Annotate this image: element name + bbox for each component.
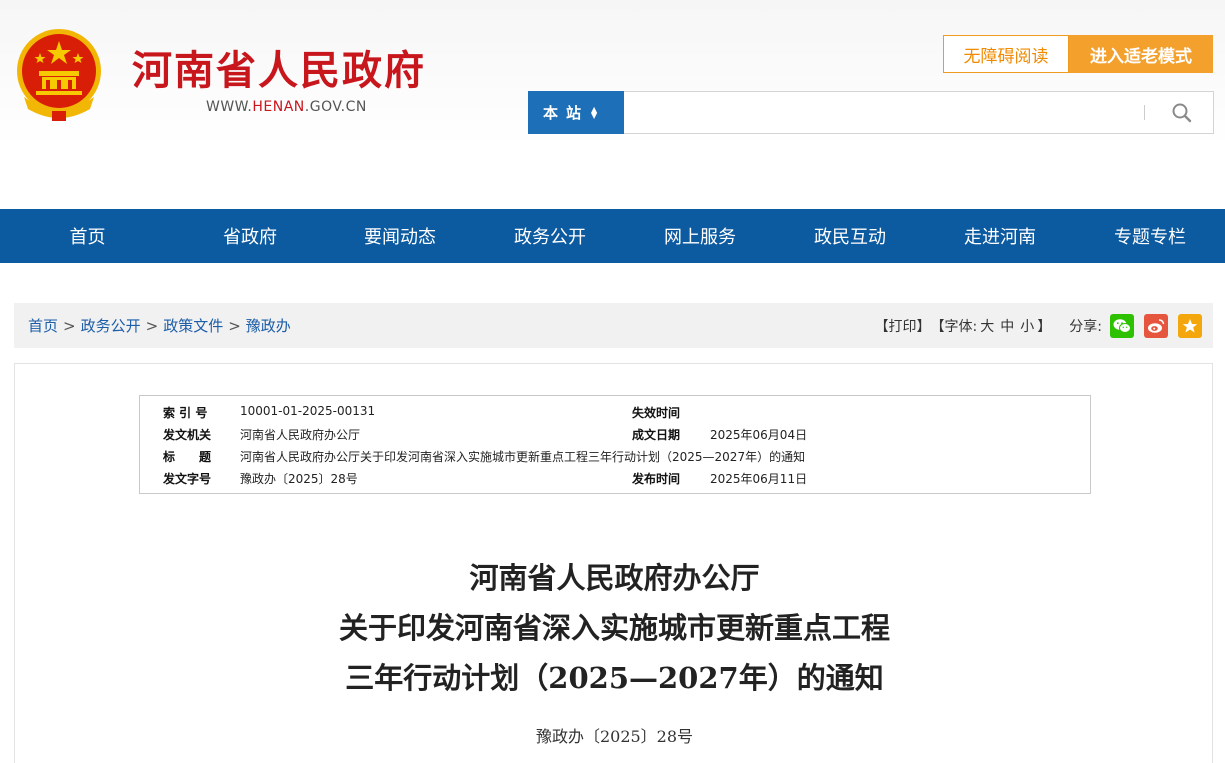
site-url-prefix: WWW. xyxy=(206,99,253,115)
site-url: WWW.HENAN.GOV.CN xyxy=(206,99,367,115)
nav-interaction[interactable]: 政民互动 xyxy=(775,209,925,263)
meta-created-value: 2025年06月04日 xyxy=(710,428,808,442)
breadcrumb-home[interactable]: 首页 xyxy=(28,315,58,336)
meta-index-value: 10001-01-2025-00131 xyxy=(240,404,376,418)
breadcrumb-bar: 首页 > 政务公开 > 政策文件 > 豫政办 【打印】 【字体: 大 中 小 】… xyxy=(14,303,1213,348)
nav-home[interactable]: 首页 xyxy=(0,209,175,263)
font-size-label: 【字体: xyxy=(930,318,978,335)
font-large-button[interactable]: 大 xyxy=(980,316,994,336)
document-title-line-1: 河南省人民政府办公厅 xyxy=(469,561,760,595)
main-nav: 首页 省政府 要闻动态 政务公开 网上服务 政民互动 走进河南 专题专栏 xyxy=(0,209,1225,263)
share-label: 分享: xyxy=(1069,318,1102,335)
breadcrumb-government-affairs[interactable]: 政务公开 xyxy=(81,315,141,336)
meta-issuer-label: 发文机关 xyxy=(163,428,212,442)
site-title[interactable]: 河南省人民政府 xyxy=(132,38,426,96)
site-url-suffix: .GOV.CN xyxy=(304,99,367,115)
font-medium-button[interactable]: 中 xyxy=(1000,316,1014,336)
nav-provincial-government[interactable]: 省政府 xyxy=(175,209,325,263)
breadcrumb-separator: > xyxy=(145,316,159,335)
meta-docno-value: 豫政办〔2025〕28号 xyxy=(240,472,358,486)
meta-title-label: 标 题 xyxy=(163,450,212,464)
breadcrumb-yuzhengban[interactable]: 豫政办 xyxy=(246,315,291,336)
accessibility-reading-button[interactable]: 无障碍阅读 xyxy=(943,35,1069,73)
meta-published-label: 发布时间 xyxy=(632,472,681,486)
meta-docno-label: 发文字号 xyxy=(163,472,212,486)
site-header: 河南省人民政府 WWW.HENAN.GOV.CN 无障碍阅读 进入适老模式 本站… xyxy=(0,0,1225,209)
document-number: 豫政办〔2025〕28号 xyxy=(535,727,694,746)
nav-special-topics[interactable]: 专题专栏 xyxy=(1075,209,1225,263)
document-metadata-table: 索 引 号 10001-01-2025-00131 失效时间 发文机关 河南省人… xyxy=(139,395,1091,494)
font-small-button[interactable]: 小 xyxy=(1020,316,1034,336)
document-title-line-3: 三年行动计划（2025—2027年）的通知 xyxy=(345,661,884,695)
search-bar: 本站 ▲ ▼ xyxy=(528,91,1214,134)
search-icon[interactable] xyxy=(1169,101,1195,125)
site-url-domain: HENAN xyxy=(252,99,305,115)
national-emblem-icon xyxy=(17,29,101,121)
elder-mode-button[interactable]: 进入适老模式 xyxy=(1069,35,1213,73)
meta-title-value: 河南省人民政府办公厅关于印发河南省深入实施城市更新重点工程三年行动计划（2025… xyxy=(240,450,806,464)
breadcrumb-policy-documents[interactable]: 政策文件 xyxy=(163,315,223,336)
meta-created-label: 成文日期 xyxy=(632,428,681,442)
search-divider xyxy=(1144,105,1145,120)
nav-news[interactable]: 要闻动态 xyxy=(325,209,475,263)
breadcrumb-separator: > xyxy=(228,316,241,335)
favorite-star-icon[interactable] xyxy=(1178,313,1202,338)
breadcrumb: 首页 > 政务公开 > 政策文件 > 豫政办 xyxy=(28,303,291,348)
meta-expire-label: 失效时间 xyxy=(632,406,681,420)
meta-published-value: 2025年06月11日 xyxy=(710,472,808,486)
document-title: 河南省人民政府办公厅 关于印发河南省深入实施城市更新重点工程 三年行动计划（20… xyxy=(15,553,1214,703)
meta-issuer-value: 河南省人民政府办公厅 xyxy=(240,428,361,442)
search-input[interactable] xyxy=(627,98,1141,129)
print-button[interactable]: 【打印】 xyxy=(875,316,931,336)
nav-government-affairs[interactable]: 政务公开 xyxy=(475,209,625,263)
breadcrumb-separator: > xyxy=(63,316,76,335)
sort-arrows-icon: ▲ ▼ xyxy=(591,104,598,120)
font-size-close: 】 xyxy=(1037,318,1052,335)
search-scope-select[interactable]: 本站 ▲ ▼ xyxy=(528,91,624,134)
nav-about-henan[interactable]: 走进河南 xyxy=(925,209,1075,263)
meta-index-label: 索 引 号 xyxy=(163,406,208,420)
nav-online-services[interactable]: 网上服务 xyxy=(625,209,775,263)
search-scope-label: 本站 xyxy=(543,104,590,122)
page-tools: 【打印】 【字体: 大 中 小 】 分享: xyxy=(875,303,1202,348)
document-title-line-2: 关于印发河南省深入实施城市更新重点工程 xyxy=(338,611,890,645)
article-content: 索 引 号 10001-01-2025-00131 失效时间 发文机关 河南省人… xyxy=(14,363,1213,763)
weibo-share-icon[interactable] xyxy=(1144,313,1168,338)
wechat-share-icon[interactable] xyxy=(1110,313,1134,338)
